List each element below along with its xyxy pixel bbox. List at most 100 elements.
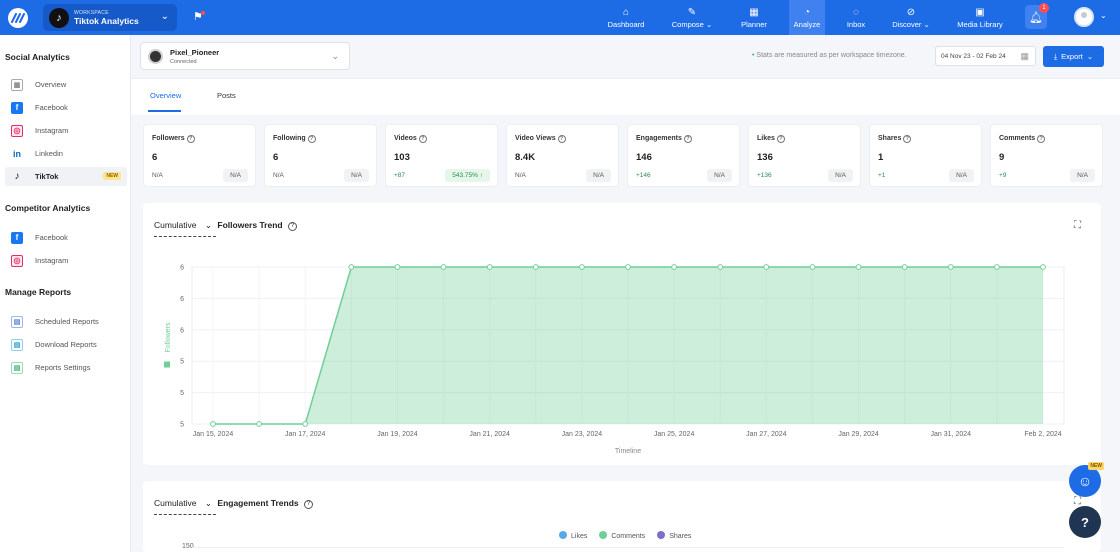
cumulative-dropdown[interactable]: Cumulative ⌄ — [154, 498, 212, 508]
logo-mark-icon — [11, 13, 25, 23]
help-icon[interactable]: ? — [418, 135, 427, 143]
image-icon: ▣ — [975, 6, 985, 18]
sidebar-item-overview[interactable]: ▦ Overview — [5, 75, 127, 94]
stat-card-video-views: Video Views? 8.4K N/A N/A — [506, 124, 619, 187]
help-icon[interactable]: ? — [304, 500, 314, 509]
y-tick-label: 6 — [180, 265, 184, 272]
sidebar-item-label: Linkedin — [35, 149, 63, 158]
app-logo[interactable] — [8, 8, 28, 28]
nav-label: Discover ⌄ — [892, 19, 930, 29]
x-tick-label: Jan 15, 2024 — [193, 431, 234, 438]
card-title: Likes? — [757, 135, 785, 143]
nav-label: Analyze — [793, 19, 821, 29]
account-selector[interactable]: Pixel_Pioneer Connected ⌄ — [140, 42, 350, 70]
card-percent-change: N/A — [707, 169, 732, 182]
data-point — [993, 264, 1000, 270]
workspace-switcher[interactable]: ♪ WORKSPACE Tiktok Analytics ⌄ — [43, 4, 177, 31]
nav-label: Dashboard — [607, 19, 645, 29]
area-fill — [213, 267, 1043, 424]
stat-card-followers: Followers? 6 N/A N/A — [143, 124, 256, 187]
sidebar-item-instagram[interactable]: ◎ Instagram — [5, 121, 127, 140]
help-button[interactable]: ? — [1069, 506, 1101, 538]
nav-media-library[interactable]: ▣ Media Library — [953, 0, 1007, 35]
card-value: 136 — [757, 152, 773, 163]
data-point — [578, 264, 585, 270]
sidebar-item-facebook[interactable]: f Facebook — [5, 98, 127, 117]
legend-comments[interactable]: Comments — [599, 531, 645, 540]
help-icon[interactable]: ? — [683, 135, 692, 143]
help-icon[interactable]: ? — [903, 135, 912, 143]
dot-icon: • — [752, 52, 755, 59]
sidebar-item-download-reports[interactable]: ▤ Download Reports — [5, 335, 127, 354]
legend-likes[interactable]: Likes — [559, 531, 587, 540]
data-point — [901, 264, 908, 270]
data-point — [763, 264, 770, 270]
help-icon[interactable]: ? — [1037, 135, 1046, 143]
tab-overview[interactable]: Overview — [150, 91, 181, 100]
sidebar-item-linkedin[interactable]: in Linkedin — [5, 144, 127, 163]
nav-discover[interactable]: ⊘ Discover ⌄ — [886, 0, 936, 35]
sidebar-item-competitor-facebook[interactable]: f Facebook — [5, 228, 127, 247]
nav-analyze[interactable]: ◔ Analyze — [789, 0, 825, 35]
nav-inbox[interactable]: ◌ Inbox — [839, 0, 873, 35]
nav-dashboard[interactable]: ⌂ Dashboard — [604, 0, 648, 35]
card-value: 8.4K — [515, 152, 536, 163]
nav-planner[interactable]: ▦ Planner — [734, 0, 774, 35]
card-percent-change: N/A — [344, 169, 369, 182]
pen-icon: ✎ — [687, 6, 697, 18]
stat-card-videos: Videos? 103 +87 543.75% ↑ — [385, 124, 498, 187]
sidebar-item-tiktok[interactable]: ♪ TikTok NEW — [5, 167, 127, 186]
help-icon[interactable]: ? — [307, 135, 316, 143]
sidebar-item-competitor-instagram[interactable]: ◎ Instagram — [5, 251, 127, 270]
calendar-icon: ▦ — [1020, 51, 1029, 61]
new-badge: NEW — [1088, 462, 1104, 470]
flag-icon[interactable]: ⚑ — [193, 10, 205, 23]
y-axis-legend-swatch — [164, 361, 170, 368]
notifications-button[interactable]: 🔔︎ 1 — [1025, 3, 1049, 29]
x-axis-label: Timeline — [615, 448, 641, 455]
export-button[interactable]: ⤓ Export ⌄ — [1043, 46, 1104, 67]
card-value: 6 — [152, 152, 158, 163]
chevron-down-icon[interactable]: ⌄ — [1100, 11, 1107, 20]
nav-label: Inbox — [846, 19, 866, 29]
card-delta: +9 — [999, 172, 1007, 179]
facebook-icon: f — [11, 231, 23, 244]
sidebar-item-label: Facebook — [35, 233, 68, 242]
sidebar-item-label: Scheduled Reports — [35, 317, 99, 326]
chevron-down-icon: ⌄ — [1086, 52, 1094, 61]
download-report-icon: ▤ — [11, 338, 23, 351]
engagement-legend: Likes Comments Shares — [559, 531, 691, 540]
instagram-icon: ◎ — [11, 254, 23, 267]
help-icon[interactable]: ? — [557, 135, 566, 143]
card-percent-change: 543.75% ↑ — [445, 169, 490, 182]
date-range-picker[interactable]: 04 Nov 23 - 02 Feb 24 ▦ — [935, 46, 1036, 66]
flag-dot — [201, 11, 205, 15]
section-title-reports: Manage Reports — [5, 287, 72, 297]
nav-label: Planner — [741, 19, 767, 29]
y-tick-label: 5 — [180, 359, 184, 366]
account-avatar — [148, 49, 163, 64]
card-percent-change: N/A — [223, 169, 248, 182]
nav-compose[interactable]: ✎ Compose ⌄ — [664, 0, 720, 35]
chat-icon: ◌ — [853, 6, 859, 18]
stat-card-likes: Likes? 136 +136 N/A — [748, 124, 861, 187]
help-icon[interactable]: ? — [776, 135, 785, 143]
data-point — [256, 421, 263, 427]
data-point — [947, 264, 954, 270]
expand-icon[interactable]: ⛶ — [1074, 496, 1081, 507]
sidebar-item-label: Overview — [35, 80, 67, 89]
tab-posts[interactable]: Posts — [217, 91, 236, 100]
new-badge: NEW — [103, 172, 121, 180]
help-icon[interactable]: ? — [186, 135, 195, 143]
card-delta: N/A — [273, 172, 284, 179]
sidebar-item-reports-settings[interactable]: ▤ Reports Settings — [5, 358, 127, 377]
chevron-down-icon: ⌄ — [204, 498, 213, 508]
y-axis-label: Followers — [165, 322, 172, 352]
ai-assistant-button[interactable]: ☺ NEW — [1069, 462, 1104, 497]
section-title-social: Social Analytics — [5, 52, 70, 62]
workspace-name: Tiktok Analytics — [74, 15, 139, 26]
legend-shares[interactable]: Shares — [657, 531, 691, 540]
data-point — [302, 421, 309, 427]
sidebar-item-scheduled-reports[interactable]: ▤ Scheduled Reports — [5, 312, 127, 331]
user-avatar[interactable] — [1074, 7, 1094, 27]
